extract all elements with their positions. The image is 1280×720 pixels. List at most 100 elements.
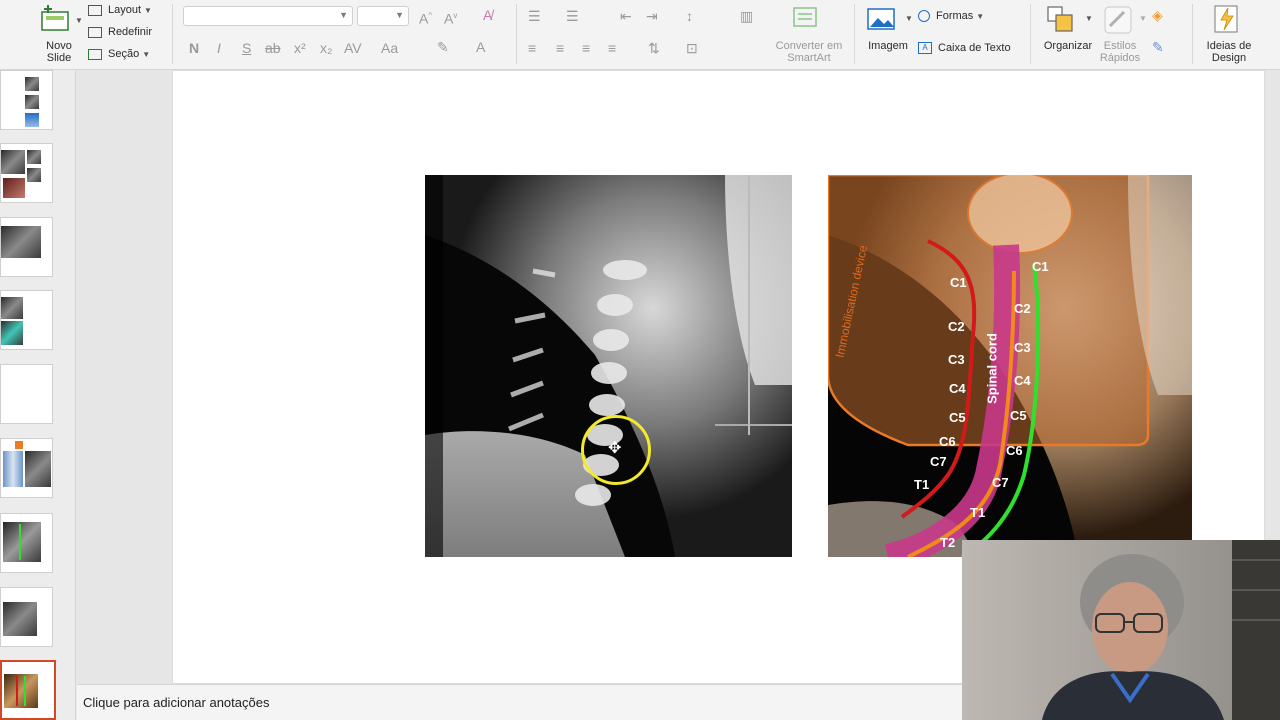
bold-button[interactable]: N [189, 41, 199, 55]
font-color-icon[interactable]: A [476, 40, 485, 54]
reset-button[interactable]: Redefinir [88, 26, 152, 38]
line-spacing-icon[interactable]: ↕ [686, 9, 693, 23]
bullets-icon[interactable]: ☰ [528, 9, 541, 23]
slide-thumbnail[interactable] [0, 587, 53, 647]
new-slide-icon [41, 5, 69, 31]
new-slide-button[interactable]: ▼ Novo Slide [30, 2, 86, 66]
underline-button[interactable]: S [242, 41, 251, 55]
vertebra-label-right: C1 [1032, 259, 1049, 274]
align-left-icon[interactable]: ≡ [528, 41, 536, 55]
vertebra-label-left: T1 [914, 477, 930, 492]
increase-indent-icon[interactable]: ⇥ [646, 9, 658, 23]
shapes-label: Formas [936, 10, 974, 22]
image-button[interactable]: ▼ Imagem [862, 2, 914, 66]
highlight-icon[interactable]: ✎ [437, 40, 449, 54]
vertebra-label-right: C6 [1006, 443, 1023, 458]
superscript-button[interactable]: x² [294, 41, 306, 55]
vertebra-label-right: C4 [1014, 373, 1031, 388]
organize-button[interactable]: ▼ Organizar [1038, 2, 1098, 66]
move-cursor-icon: ✥ [608, 440, 622, 457]
chevron-down-icon: ▼ [75, 16, 83, 25]
slide-thumbnail-selected[interactable] [0, 660, 56, 720]
vertebra-label-left: C3 [948, 352, 965, 367]
separator [854, 4, 855, 64]
shape-fill-icon[interactable]: ◈ [1152, 8, 1163, 22]
vertebra-label-right: C3 [1014, 340, 1031, 355]
strikethrough-button[interactable]: ab [265, 41, 281, 55]
vertebra-label-right: C7 [992, 475, 1009, 490]
convert-smartart-label: Converter em SmartArt [775, 40, 843, 64]
lightning-icon [1214, 5, 1238, 33]
presenter-video [962, 540, 1280, 720]
quick-styles-button[interactable]: ▼ Estilos Rápidos [1096, 2, 1147, 66]
section-icon [88, 48, 102, 60]
shapes-icon [918, 10, 930, 23]
char-spacing-icon[interactable]: AV [344, 41, 362, 55]
layout-button[interactable]: Layout ▼ [88, 4, 152, 16]
vertebra-label-right: C5 [1010, 408, 1027, 423]
text-direction-icon[interactable]: ⇅ [648, 41, 660, 55]
webcam-overlay [962, 540, 1280, 720]
vertebra-label-right: T1 [970, 505, 986, 520]
section-label: Seção [108, 48, 140, 60]
subscript-button[interactable]: x₂ [320, 41, 332, 55]
image-label: Imagem [868, 40, 908, 52]
textbox-button[interactable]: A Caixa de Texto [918, 42, 1011, 55]
decrease-indent-icon[interactable]: ⇤ [620, 9, 632, 23]
design-ideas-button[interactable]: Ideias de Design [1198, 2, 1260, 66]
quick-styles-icon [1104, 6, 1132, 34]
numbering-icon[interactable]: ☰ [566, 9, 579, 23]
vertebra-label-left: C7 [930, 454, 947, 469]
separator [1030, 4, 1031, 64]
reset-icon [88, 26, 102, 38]
increase-font-icon[interactable]: A^ [419, 9, 432, 26]
vertebra-label-left: C6 [939, 434, 956, 449]
separator [516, 4, 517, 64]
font-family-select[interactable]: ▼ [183, 6, 353, 26]
shape-outline-icon[interactable]: ✎ [1152, 40, 1164, 54]
annotated-xray-image [828, 175, 1192, 557]
slide-thumbnail-pane[interactable] [0, 70, 76, 720]
slide-thumbnail[interactable] [0, 217, 53, 277]
textbox-icon: A [918, 42, 932, 55]
slide-thumbnail[interactable] [0, 70, 53, 130]
notes-placeholder: Clique para adicionar anotações [83, 695, 270, 710]
align-right-icon[interactable]: ≡ [582, 41, 590, 55]
italic-button[interactable]: I [217, 41, 221, 55]
chevron-down-icon: ▼ [1085, 14, 1093, 23]
chevron-down-icon: ▼ [142, 50, 151, 59]
chevron-down-icon: ▼ [395, 10, 404, 20]
slide-thumbnail[interactable] [0, 143, 53, 203]
slide-thumbnail[interactable] [0, 438, 53, 498]
design-ideas-label: Ideias de Design [1206, 40, 1252, 64]
align-text-icon[interactable]: ⊡ [686, 41, 698, 55]
vertebra-label-left: C2 [948, 319, 965, 334]
chevron-down-icon: ▼ [339, 10, 348, 20]
section-button[interactable]: Seção ▼ [88, 48, 150, 60]
convert-smartart-button[interactable]: Converter em SmartArt [770, 2, 848, 66]
layout-icon [88, 4, 102, 16]
vertebra-label-left: C5 [949, 410, 966, 425]
slide-thumbnail[interactable] [0, 513, 53, 573]
annotated-cervical-xray[interactable]: Immobilisation device Spinal cord C1 C2 … [828, 175, 1192, 557]
separator [172, 4, 173, 64]
columns-icon[interactable]: ▥ [740, 9, 753, 23]
clear-format-icon[interactable]: A̸ [483, 8, 492, 22]
lateral-cervical-xray[interactable]: ✥ [425, 175, 792, 557]
align-center-icon[interactable]: ≡ [556, 41, 564, 55]
chevron-down-icon: ▼ [905, 14, 913, 23]
vertebra-label-left: C1 [950, 275, 967, 290]
organize-label: Organizar [1043, 40, 1093, 52]
new-slide-label: Novo Slide [46, 40, 72, 64]
decrease-font-icon[interactable]: Av [444, 9, 457, 26]
xray-image [425, 175, 792, 557]
slide-thumbnail[interactable] [0, 364, 53, 424]
font-size-select[interactable]: ▼ [357, 6, 409, 26]
justify-icon[interactable]: ≡ [608, 41, 616, 55]
slide-thumbnail[interactable] [0, 290, 53, 350]
separator [1192, 4, 1193, 64]
image-icon [867, 8, 895, 30]
shapes-button[interactable]: Formas ▼ [918, 10, 984, 23]
quick-styles-label: Estilos Rápidos [1099, 40, 1141, 64]
change-case-icon[interactable]: Aa [381, 41, 398, 55]
